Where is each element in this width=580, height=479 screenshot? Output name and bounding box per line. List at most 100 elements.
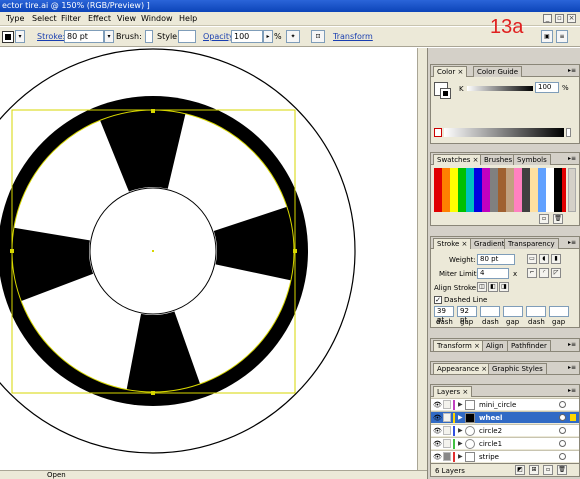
tab-stroke[interactable]: Stroke × — [433, 238, 472, 249]
artboard-canvas[interactable] — [0, 48, 417, 470]
white-swatch[interactable] — [566, 128, 571, 137]
delete-swatch-icon[interactable]: 🗑 — [553, 214, 563, 224]
menu-filter[interactable]: Filter — [61, 14, 81, 23]
swatch-grid[interactable] — [434, 168, 566, 212]
projecting-cap-icon[interactable]: ▮ — [551, 254, 561, 264]
lock-icon[interactable] — [443, 452, 451, 461]
gap-field-1[interactable]: 92 pt — [457, 306, 477, 324]
appearance-panel-menu-icon[interactable]: ▸≡ — [568, 364, 576, 371]
menu-effect[interactable]: Effect — [88, 14, 111, 23]
butt-cap-icon[interactable]: ▭ — [527, 254, 537, 264]
visibility-eye-icon[interactable]: 👁 — [433, 440, 442, 448]
gap-field-3[interactable] — [549, 306, 569, 317]
layer-target-icon[interactable] — [559, 440, 566, 447]
menu-type[interactable]: Type — [6, 14, 24, 23]
tab-appearance[interactable]: Appearance × — [433, 363, 492, 374]
layer-name[interactable]: wheel — [479, 414, 502, 422]
round-join-icon[interactable]: ◜ — [539, 268, 549, 278]
canvas-vertical-scrollbar[interactable] — [417, 48, 427, 470]
bevel-join-icon[interactable]: ◸ — [551, 268, 561, 278]
stroke-label-link[interactable]: Stroke: — [37, 32, 65, 41]
tab-symbols[interactable]: Symbols — [513, 154, 551, 165]
fill-stroke-swatch[interactable] — [434, 82, 451, 99]
layer-target-icon[interactable] — [559, 453, 566, 460]
lock-toggle[interactable] — [443, 400, 451, 409]
options-menu-icon[interactable]: ≡ — [556, 30, 568, 43]
recolor-icon[interactable]: ✦ — [286, 30, 300, 43]
layer-name[interactable]: stripe — [479, 453, 499, 461]
tab-layers[interactable]: Layers × — [433, 386, 473, 397]
menu-window[interactable]: Window — [141, 14, 173, 23]
expand-triangle-icon[interactable]: ▶ — [458, 414, 463, 421]
fill-dropdown-icon[interactable]: ▾ — [15, 30, 25, 43]
new-layer-icon[interactable]: ▫ — [543, 465, 553, 475]
transform-panel-menu-icon[interactable]: ▸≡ — [568, 341, 576, 348]
swatches-scrollbar[interactable] — [568, 168, 576, 212]
visibility-eye-icon[interactable]: 👁 — [433, 414, 442, 422]
layer-row-wheel[interactable]: 👁 ▶ wheel — [431, 411, 579, 423]
layer-name[interactable]: circle1 — [479, 440, 502, 448]
layer-row-circle1[interactable]: 👁 ▶ circle1 — [431, 437, 579, 449]
layer-name[interactable]: circle2 — [479, 427, 502, 435]
delete-layer-icon[interactable]: 🗑 — [557, 465, 567, 475]
opacity-dropdown-icon[interactable]: ▸ — [263, 30, 273, 43]
expand-triangle-icon[interactable]: ▶ — [458, 453, 463, 460]
opacity-field[interactable]: 100 — [231, 30, 263, 43]
stroke-weight-field[interactable]: 80 pt — [64, 30, 104, 43]
brush-dropdown[interactable] — [145, 30, 153, 43]
dash-field-3[interactable] — [526, 306, 546, 317]
menu-view[interactable]: View — [117, 14, 136, 23]
tab-align[interactable]: Align — [482, 340, 508, 351]
expand-triangle-icon[interactable]: ▶ — [458, 440, 463, 447]
visibility-eye-icon[interactable]: 👁 — [433, 453, 442, 461]
gap-field-2[interactable] — [503, 306, 523, 317]
menu-select[interactable]: Select — [32, 14, 57, 23]
layers-panel-menu-icon[interactable]: ▸≡ — [568, 387, 576, 394]
tab-swatches[interactable]: Swatches × — [433, 154, 483, 165]
expand-triangle-icon[interactable]: ▶ — [458, 427, 463, 434]
close-icon[interactable]: × — [567, 14, 576, 23]
workspace-icon[interactable]: ▣ — [541, 30, 553, 43]
lock-toggle[interactable] — [443, 426, 451, 435]
make-clipping-mask-icon[interactable]: ◩ — [515, 465, 525, 475]
fill-swatch[interactable] — [2, 31, 14, 43]
layer-row-circle2[interactable]: 👁 ▶ circle2 — [431, 424, 579, 436]
miter-join-icon[interactable]: ⌐ — [527, 268, 537, 278]
dashed-line-checkbox[interactable]: ✓ — [434, 296, 442, 304]
swatches-panel-menu-icon[interactable]: ▸≡ — [568, 155, 576, 162]
layer-name[interactable]: mini_circle — [479, 401, 516, 409]
tab-graphic-styles[interactable]: Graphic Styles — [488, 363, 547, 374]
tab-color-guide[interactable]: Color Guide — [473, 66, 523, 77]
tab-transform[interactable]: Transform × — [433, 340, 484, 351]
lock-toggle[interactable] — [443, 439, 451, 448]
tab-color[interactable]: Color × — [433, 66, 468, 77]
menu-help[interactable]: Help — [179, 14, 197, 23]
layer-target-icon[interactable] — [559, 414, 566, 421]
k-value-field[interactable]: 100 — [535, 82, 559, 93]
miter-field[interactable]: 4 — [477, 268, 509, 279]
new-sublayer-icon[interactable]: ⊞ — [529, 465, 539, 475]
k-slider-track[interactable] — [467, 86, 533, 91]
visibility-eye-icon[interactable]: 👁 — [433, 427, 442, 435]
stroke-panel-menu-icon[interactable]: ▸≡ — [568, 239, 576, 246]
layer-row-mini-circle[interactable]: 👁 ▶ mini_circle — [431, 398, 579, 410]
lock-toggle[interactable] — [443, 413, 451, 422]
style-dropdown[interactable] — [178, 30, 196, 43]
restore-icon[interactable]: ▫ — [555, 14, 564, 23]
tab-brushes[interactable]: Brushes — [480, 154, 517, 165]
minimize-icon[interactable]: _ — [543, 14, 552, 23]
align-outside-icon[interactable]: ◨ — [499, 282, 509, 292]
dash-field-2[interactable] — [480, 306, 500, 317]
layer-row-stripe[interactable]: 👁 ▶ stripe — [431, 450, 579, 462]
layer-target-icon[interactable] — [559, 401, 566, 408]
color-panel-menu-icon[interactable]: ▸≡ — [568, 67, 576, 74]
dash-field-1[interactable]: 39 pt — [434, 306, 454, 324]
tab-pathfinder[interactable]: Pathfinder — [507, 340, 551, 351]
tab-transparency[interactable]: Transparency — [504, 238, 559, 249]
align-inside-icon[interactable]: ◧ — [488, 282, 498, 292]
new-swatch-icon[interactable]: ▫ — [539, 214, 549, 224]
transform-link[interactable]: Transform — [333, 32, 373, 41]
tab-gradient[interactable]: Gradient — [470, 238, 509, 249]
visibility-eye-icon[interactable]: 👁 — [433, 401, 442, 409]
align-icon[interactable]: ⊡ — [311, 30, 325, 43]
